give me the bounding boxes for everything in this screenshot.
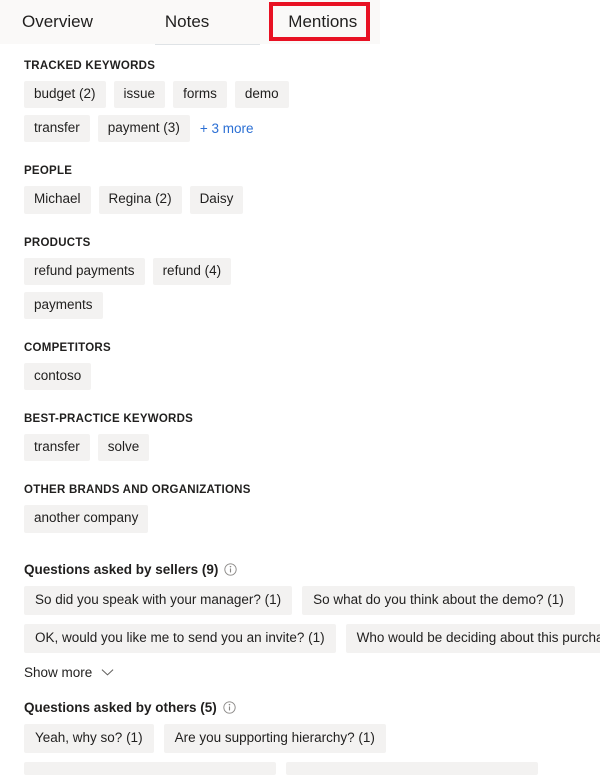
person-chip[interactable]: Regina (2): [98, 186, 182, 214]
info-icon[interactable]: [224, 562, 237, 576]
show-more-button[interactable]: Show more: [24, 665, 114, 680]
section-label: PEOPLE: [24, 165, 73, 178]
questions-others-title: Questions asked by others (5): [24, 699, 217, 715]
chip-row: another company: [24, 505, 314, 533]
tab-overview[interactable]: Overview: [22, 0, 93, 44]
section-label: TRACKED KEYWORDS: [24, 60, 156, 72]
section-label: BEST-PRACTICE KEYWORDS: [24, 413, 194, 426]
tab-mentions[interactable]: Mentions: [288, 0, 357, 44]
question-row: OK, would you like me to send you an inv…: [24, 623, 600, 653]
question-chip[interactable]: Yeah, why so? (1): [24, 723, 154, 754]
product-chip[interactable]: refund payments: [24, 257, 145, 285]
best-practice-chip[interactable]: solve: [97, 434, 150, 462]
section-best-practice-keywords: BEST-PRACTICE KEYWORDS transfer solve: [0, 413, 600, 462]
competitor-chip[interactable]: contoso: [24, 362, 92, 391]
tab-divider: [155, 44, 260, 45]
questions-sellers-heading: Questions asked by sellers (9): [24, 562, 576, 577]
show-more-keywords-link[interactable]: + 3 more: [198, 121, 254, 136]
section-products: PRODUCTS refund payments refund (4) paym…: [0, 237, 600, 319]
question-chip[interactable]: [286, 762, 538, 775]
keyword-chip[interactable]: transfer: [24, 115, 90, 143]
show-more-label: Show more: [24, 664, 93, 680]
section-people: PEOPLE Michael Regina (2) Daisy: [0, 165, 600, 214]
section-questions-by-sellers: Questions asked by sellers (9) So did yo…: [0, 562, 600, 680]
keyword-chip[interactable]: payment (3): [97, 115, 190, 143]
chevron-down-icon: [101, 668, 114, 677]
question-chip[interactable]: So what do you think about the demo? (1): [302, 585, 575, 615]
product-chip[interactable]: refund (4): [152, 257, 232, 285]
section-competitors: COMPETITORS contoso: [0, 341, 600, 391]
chip-row: budget (2) issue forms demo transfer pay…: [24, 81, 314, 143]
mentions-panel: TRACKED KEYWORDS budget (2) issue forms …: [0, 60, 600, 775]
questions-others-heading: Questions asked by others (5): [24, 700, 576, 715]
section-questions-by-others: Questions asked by others (5) Yeah, why …: [0, 700, 600, 775]
keyword-chip[interactable]: forms: [173, 81, 227, 109]
section-label: OTHER BRANDS AND ORGANIZATIONS: [24, 484, 251, 497]
keyword-chip[interactable]: demo: [234, 81, 289, 109]
tab-bar: Overview Notes Mentions: [0, 0, 380, 44]
product-chip[interactable]: payments: [24, 291, 103, 319]
chip-row: Michael Regina (2) Daisy: [24, 186, 314, 214]
question-chip[interactable]: [24, 762, 276, 775]
keyword-chip[interactable]: issue: [113, 81, 166, 109]
section-other-brands: OTHER BRANDS AND ORGANIZATIONS another c…: [0, 484, 600, 533]
section-tracked-keywords: TRACKED KEYWORDS budget (2) issue forms …: [0, 60, 600, 143]
chip-row: contoso: [24, 362, 314, 391]
question-chip[interactable]: So did you speak with your manager? (1): [24, 585, 293, 615]
tab-notes[interactable]: Notes: [165, 0, 209, 44]
chip-row: transfer solve: [24, 434, 314, 462]
person-chip[interactable]: Michael: [24, 186, 91, 214]
question-chip[interactable]: OK, would you like me to send you an inv…: [24, 623, 336, 653]
info-icon[interactable]: [223, 701, 236, 714]
brand-chip[interactable]: another company: [24, 505, 149, 533]
question-row: Yeah, why so? (1) Are you supporting hie…: [24, 723, 576, 754]
question-chip[interactable]: Are you supporting hierarchy? (1): [163, 723, 386, 754]
section-label: COMPETITORS: [24, 341, 111, 354]
question-chip[interactable]: Who would be deciding about this purchas…: [345, 623, 600, 653]
best-practice-chip[interactable]: transfer: [24, 434, 90, 462]
chip-row: refund payments refund (4) payments: [24, 257, 314, 319]
question-row: So did you speak with your manager? (1) …: [24, 585, 576, 615]
section-label: PRODUCTS: [24, 236, 91, 249]
keyword-chip[interactable]: budget (2): [24, 81, 106, 109]
person-chip[interactable]: Daisy: [189, 186, 244, 214]
question-row-partial: [24, 762, 576, 775]
questions-sellers-title: Questions asked by sellers (9): [24, 561, 219, 577]
